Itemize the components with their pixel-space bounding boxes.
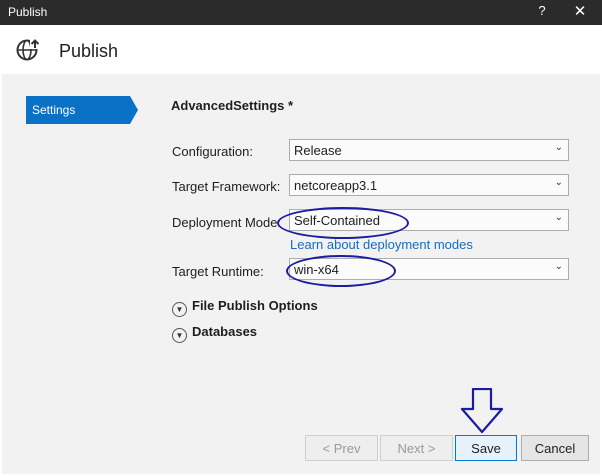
target-runtime-label: Target Runtime:	[172, 264, 264, 279]
globe-publish-icon	[16, 39, 41, 61]
dialog-header: Publish	[2, 25, 600, 74]
expander-label: File Publish Options	[192, 298, 318, 313]
deployment-modes-link[interactable]: Learn about deployment modes	[290, 237, 473, 252]
sidebar-item-settings[interactable]: Settings	[26, 96, 130, 124]
chevron-down-icon: ▼	[172, 302, 187, 317]
target-framework-select[interactable]: netcoreapp3.1 ⌄	[289, 174, 569, 196]
sidebar-item-label: Settings	[32, 103, 76, 117]
help-button[interactable]: ?	[532, 3, 552, 18]
target-framework-label: Target Framework:	[172, 179, 281, 194]
dialog-title: Publish	[59, 41, 119, 61]
cancel-button[interactable]: Cancel	[521, 435, 589, 461]
target-runtime-value: win-x64	[294, 262, 339, 277]
databases-expander[interactable]: ▼ Databases	[172, 324, 257, 343]
target-runtime-select[interactable]: win-x64 ⌄	[289, 258, 569, 280]
down-arrow-annotation-icon	[460, 388, 504, 434]
save-button[interactable]: Save	[455, 435, 517, 461]
expander-label: Databases	[192, 324, 258, 339]
chevron-down-icon: ⌄	[554, 142, 563, 153]
sidebar-selection-pointer	[130, 96, 138, 124]
deployment-mode-select[interactable]: Self-Contained ⌄	[289, 209, 569, 231]
close-button[interactable]: ✕	[570, 2, 590, 20]
next-button[interactable]: Next >	[380, 435, 453, 461]
chevron-down-icon: ⌄	[554, 261, 563, 272]
target-framework-value: netcoreapp3.1	[294, 178, 378, 193]
window-titlebar[interactable]: Publish ? ✕	[0, 0, 602, 25]
chevron-down-icon: ⌄	[554, 212, 563, 223]
deployment-mode-label: Deployment Mode:	[172, 215, 282, 230]
page-title: AdvancedSettings *	[171, 98, 294, 113]
prev-button[interactable]: < Prev	[305, 435, 378, 461]
chevron-down-icon: ⌄	[554, 177, 563, 188]
file-publish-options-expander[interactable]: ▼ File Publish Options	[172, 298, 318, 317]
configuration-value: Release	[294, 143, 342, 158]
deployment-mode-value: Self-Contained	[294, 213, 380, 228]
window-title: Publish	[8, 5, 48, 19]
configuration-select[interactable]: Release ⌄	[289, 139, 569, 161]
configuration-label: Configuration:	[172, 144, 253, 159]
chevron-down-icon: ▼	[172, 328, 187, 343]
